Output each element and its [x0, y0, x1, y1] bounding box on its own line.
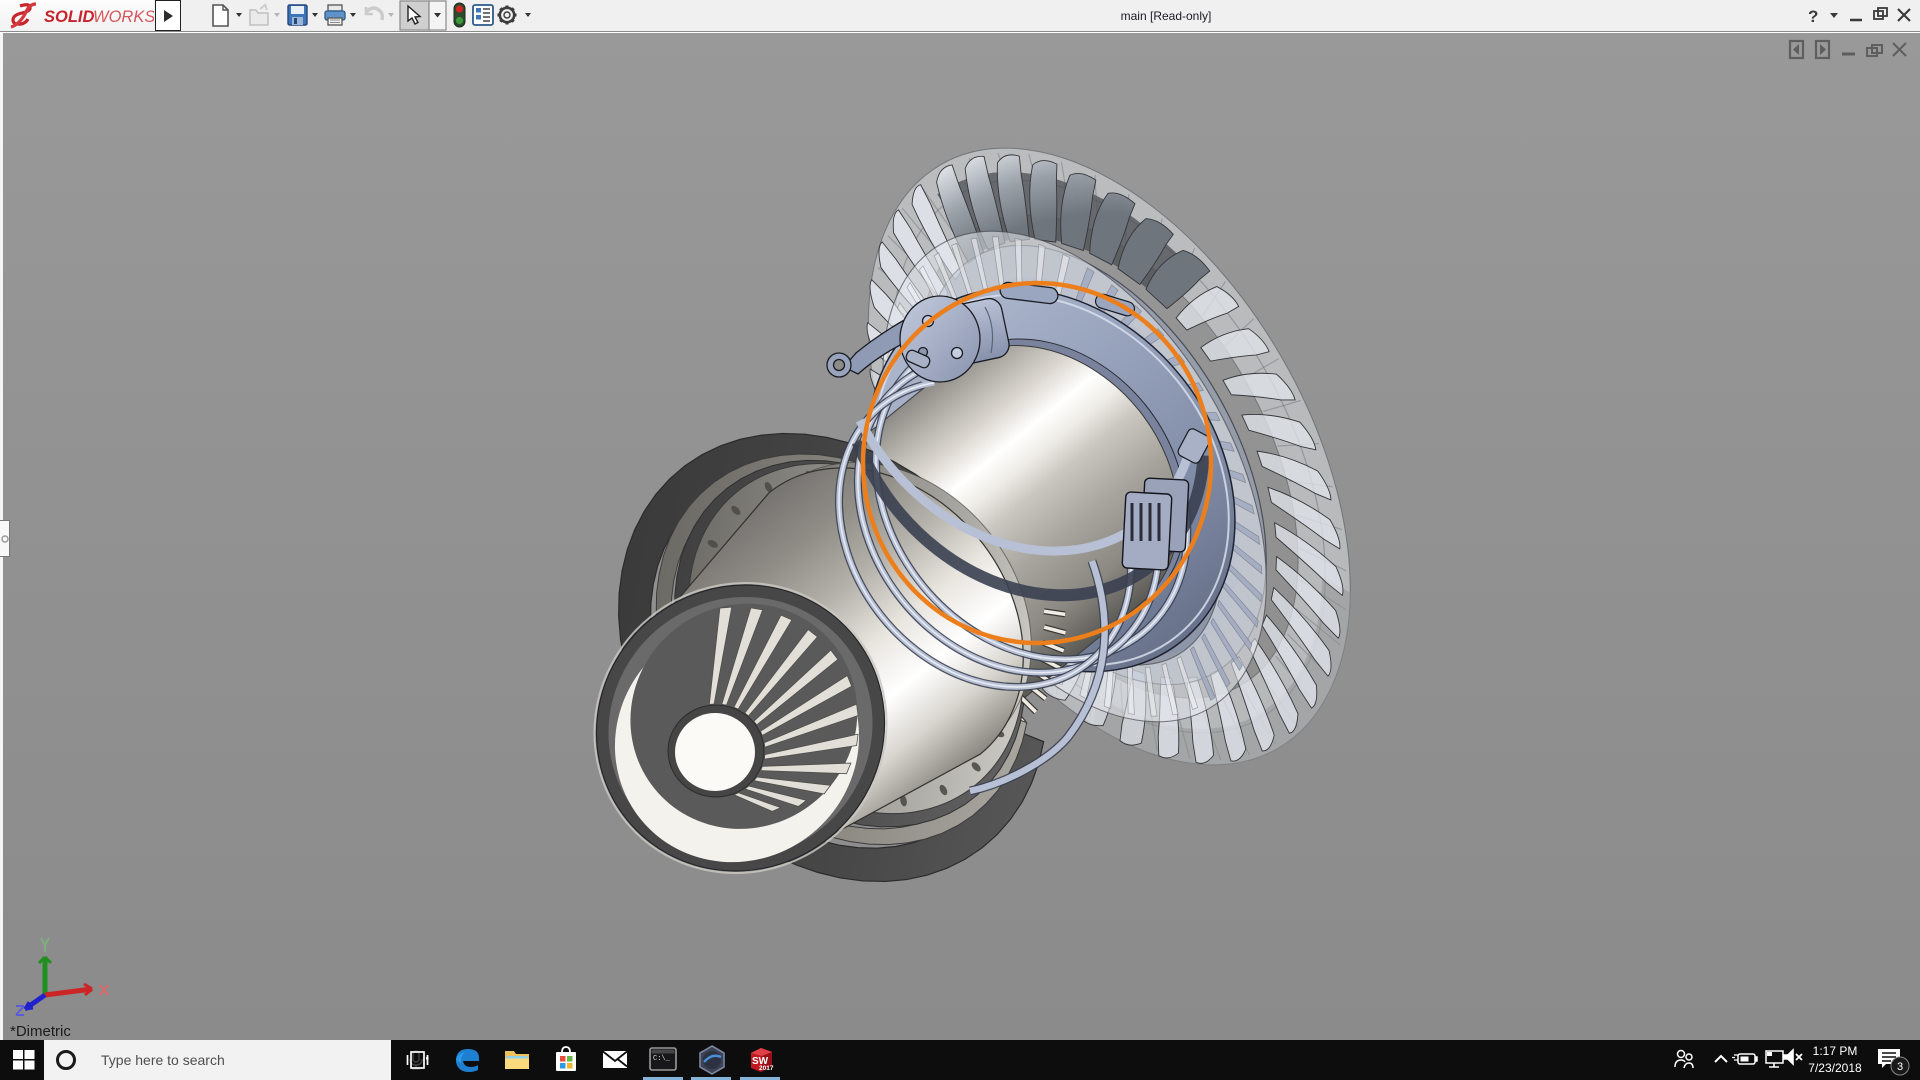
- svg-text:2017: 2017: [759, 1065, 774, 1072]
- svg-text:WORKS: WORKS: [93, 8, 154, 26]
- svg-text:?: ?: [1808, 7, 1818, 26]
- svg-text:3: 3: [1897, 1061, 1903, 1073]
- svg-text:SOLID: SOLID: [44, 8, 95, 26]
- svg-text:C:\_: C:\_: [653, 1055, 671, 1063]
